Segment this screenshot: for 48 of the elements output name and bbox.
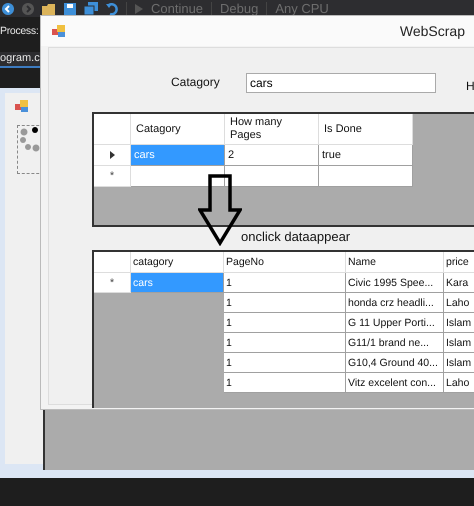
table-cell[interactable]: G10,4 Ground 40... (346, 353, 444, 373)
drops-icon (19, 127, 41, 153)
file-tab[interactable]: ogram.c (0, 52, 40, 68)
table-cell[interactable]: Islam (444, 333, 474, 353)
column-header[interactable]: How many Pages (225, 114, 319, 145)
new-row-cell[interactable] (319, 166, 413, 187)
table-cell[interactable]: honda crz headli... (346, 293, 444, 313)
column-header[interactable]: Is Done (319, 114, 413, 145)
table-cell[interactable]: G11/1 brand ne... (346, 333, 444, 353)
column-header[interactable]: catagory (131, 252, 224, 273)
table-cell[interactable]: Laho (444, 293, 474, 313)
save-all-icon[interactable] (84, 2, 98, 15)
down-arrow-drawing (198, 174, 242, 246)
app-icon (52, 24, 66, 38)
row-header[interactable] (94, 145, 131, 166)
table-cell[interactable]: true (319, 145, 413, 166)
new-row-cell[interactable] (225, 166, 319, 187)
table-cell[interactable]: 1 (224, 353, 346, 373)
category-field[interactable]: cars (246, 73, 436, 93)
table-cell[interactable]: Kara (444, 273, 474, 293)
row-header[interactable]: * (94, 166, 131, 187)
form-icon (15, 100, 29, 113)
field-label: H (466, 79, 474, 93)
table-cell[interactable]: 1 (224, 273, 346, 293)
table-cell[interactable]: 1 (224, 333, 346, 353)
table-cell[interactable]: 2 (225, 145, 319, 166)
table-cell[interactable]: 1 (224, 293, 346, 313)
row-header[interactable]: * (94, 273, 131, 293)
annotation-text: onclick dataappear (241, 229, 350, 244)
process-label: Process: (0, 25, 38, 37)
undo-icon[interactable] (106, 2, 118, 14)
table-cell[interactable]: Civic 1995 Spee... (346, 273, 444, 293)
column-header[interactable]: PageNo (224, 252, 346, 273)
column-header[interactable]: Name (346, 252, 444, 273)
table-cell[interactable]: Islam (444, 353, 474, 373)
window-title: WebScrap (400, 23, 466, 39)
new-row-cell[interactable] (131, 166, 225, 187)
save-icon[interactable] (64, 2, 76, 14)
back-icon[interactable] (2, 2, 14, 14)
table-cell[interactable]: 1 (224, 373, 346, 393)
column-header[interactable]: Catagory (131, 114, 225, 145)
category-label: Catagory (171, 75, 220, 89)
table-cell[interactable]: Vitz excelent con... (346, 373, 444, 393)
table-cell[interactable]: 1 (224, 313, 346, 333)
table-cell[interactable]: G 11 Upper Porti... (346, 313, 444, 333)
table-cell[interactable]: Islam (444, 313, 474, 333)
table-cell[interactable]: Laho (444, 373, 474, 393)
column-header[interactable]: price (444, 252, 474, 273)
